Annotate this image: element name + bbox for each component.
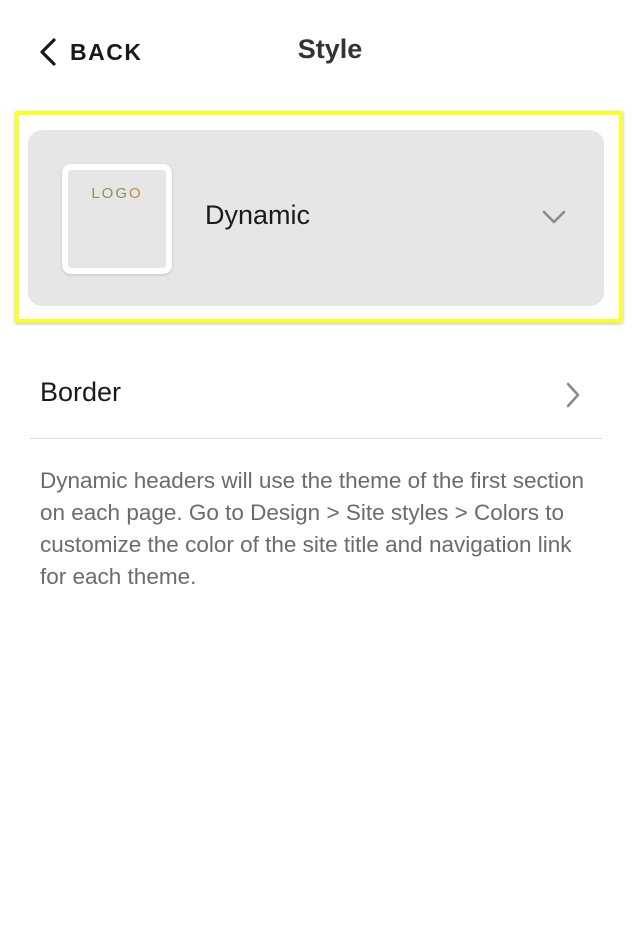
logo-letter: G: [115, 185, 129, 202]
chevron-right-icon: [566, 382, 580, 408]
header-style-dropdown[interactable]: LOGO Dynamic: [28, 130, 604, 306]
logo-letter: L: [91, 185, 102, 202]
logo-letter: O: [129, 185, 143, 202]
style-description: Dynamic headers will use the theme of th…: [40, 468, 584, 589]
style-value: Dynamic: [205, 200, 311, 230]
chevron-down-icon: [542, 210, 566, 224]
page-title: Style: [297, 34, 363, 64]
style-thumbnail: LOGO: [62, 164, 172, 274]
border-setting-row[interactable]: Border: [30, 350, 602, 439]
border-label: Border: [40, 377, 122, 407]
style-thumbnail-preview: LOGO: [68, 170, 166, 268]
logo-placeholder: LOGO: [68, 185, 166, 202]
logo-letter: O: [101, 185, 116, 202]
panel-header: BACK Style: [0, 0, 632, 104]
